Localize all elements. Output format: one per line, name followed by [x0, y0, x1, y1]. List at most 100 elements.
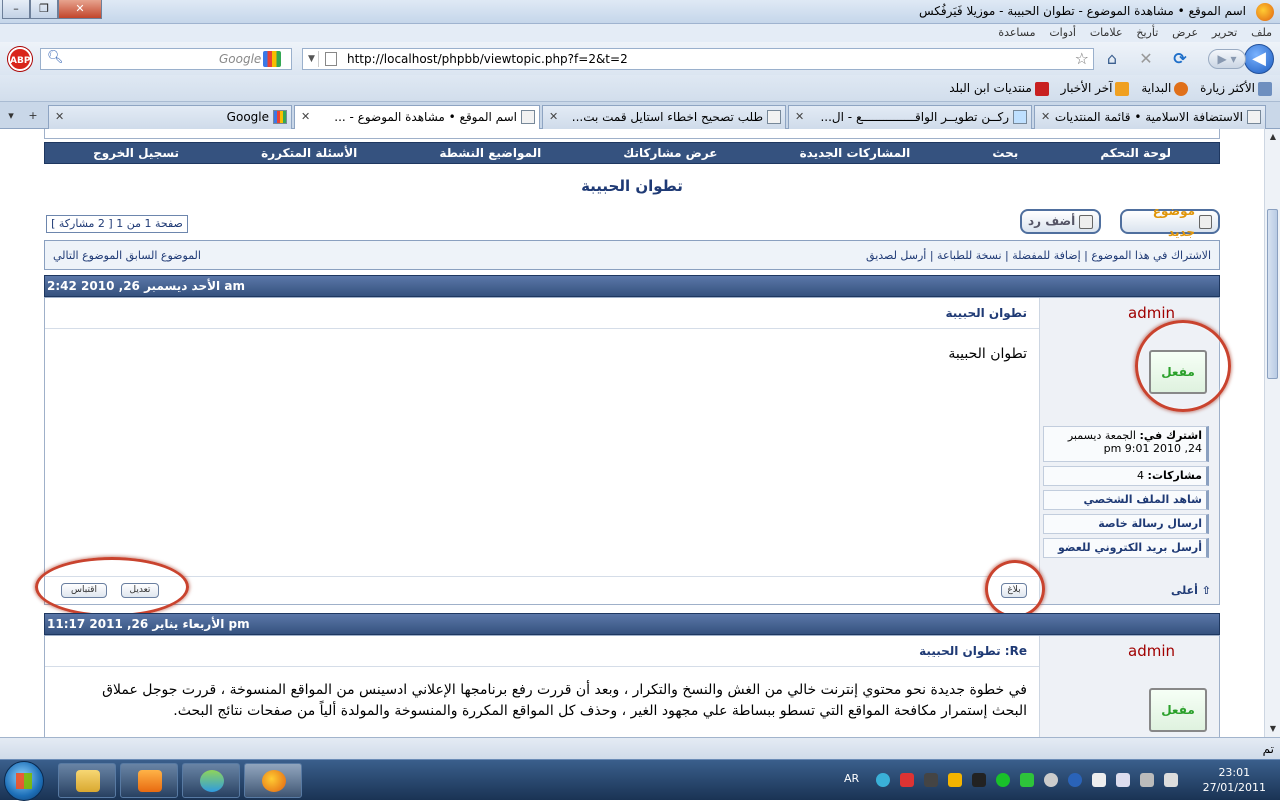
post-author[interactable]: admin — [1128, 304, 1175, 322]
send-email-link[interactable]: أرسل بريد الكتروني للعضو — [1043, 538, 1209, 558]
adblock-icon[interactable]: ABP — [8, 47, 32, 71]
reply-button[interactable]: أضف رد — [1020, 209, 1102, 234]
google-engine-icon[interactable] — [263, 51, 281, 67]
search-icon: 🔍︎ — [47, 50, 64, 65]
new-tab-icon[interactable]: + — [24, 107, 42, 125]
post-message: تطوان الحبيبة — [948, 346, 1027, 362]
tab-close-icon[interactable]: ✕ — [549, 106, 558, 128]
reload-icon[interactable]: ⟳ — [1170, 50, 1190, 68]
tab-close-icon[interactable]: ✕ — [795, 106, 804, 128]
menu-edit[interactable]: تحرير — [1212, 24, 1237, 42]
post-divider — [45, 666, 1039, 667]
view-profile-link[interactable]: شاهد الملف الشخصي — [1043, 490, 1209, 510]
tray-app-icon[interactable] — [996, 773, 1010, 787]
menu-help[interactable]: مساعدة — [998, 24, 1035, 42]
nav-logout[interactable]: تسجيل الخروج — [93, 143, 179, 163]
tab-google[interactable]: Google ✕ — [48, 105, 292, 129]
start-button[interactable] — [4, 761, 44, 801]
url-dropdown-icon[interactable]: ▼ — [305, 51, 319, 67]
topic-options-bar: الاشتراك في هذا الموضوع | إضافة للمفضلة … — [44, 240, 1220, 270]
volume-icon[interactable] — [1164, 773, 1178, 787]
menu-view[interactable]: عرض — [1172, 24, 1198, 42]
send-pm-link[interactable]: ارسال رسالة خاصة — [1043, 514, 1209, 534]
topic-title[interactable]: تطوان الحبيبة — [44, 177, 1220, 195]
nav-search[interactable]: بحث — [992, 143, 1018, 163]
post: admin مفعل اشترك في: الجمعة ديسمبر 24, 2… — [35, 297, 1231, 618]
vertical-scrollbar[interactable]: ▲ ▼ — [1264, 129, 1280, 737]
url-bar[interactable]: ▼ http://localhost/phpbb/viewtopic.php?f… — [302, 48, 1094, 70]
tab-close-icon[interactable]: ✕ — [1041, 106, 1050, 128]
mail-icon[interactable] — [900, 773, 914, 787]
bookmark-forum[interactable]: منتديات ابن البلد — [949, 75, 1049, 102]
nav-new-posts[interactable]: المشاركات الجديدة — [800, 143, 911, 163]
users-favicon-icon — [767, 110, 781, 124]
home-icon[interactable]: ⌂ — [1102, 50, 1122, 68]
post-subject[interactable]: Re: تطوان الحبيبة — [919, 644, 1027, 658]
tab-list-icon[interactable]: ▾ — [2, 107, 20, 125]
taskbar-firefox[interactable] — [244, 763, 302, 798]
post-author[interactable]: admin — [1128, 642, 1175, 660]
menu-tools[interactable]: أدوات — [1049, 24, 1076, 42]
tab-close-icon[interactable]: ✕ — [301, 106, 310, 128]
taskbar-media-player[interactable] — [120, 763, 178, 798]
tray-app-icon[interactable] — [924, 773, 938, 787]
status-bar: تم — [0, 737, 1280, 759]
author-profile: admin مفعل — [1039, 636, 1219, 737]
maximize-button[interactable]: ❐ — [30, 0, 58, 19]
tray-app-icon[interactable] — [948, 773, 962, 787]
tray-app-icon[interactable] — [972, 773, 986, 787]
tab-style-fix[interactable]: طلب تصحيح اخطاء استايل قمت بت... ✕ — [542, 105, 786, 129]
menu-history[interactable]: تأريخ — [1136, 24, 1158, 42]
signal-icon[interactable] — [1140, 773, 1154, 787]
scroll-down-icon[interactable]: ▼ — [1265, 721, 1280, 737]
tray-app-icon[interactable] — [1044, 773, 1058, 787]
clock[interactable]: 23:01 27/01/2011 — [1203, 765, 1266, 795]
close-window-button[interactable]: ✕ — [58, 0, 102, 19]
forward-button[interactable]: ▶ ▾ — [1208, 49, 1246, 69]
tray-app-icon[interactable] — [876, 773, 890, 787]
post-subject[interactable]: تطوان الحبيبة — [946, 306, 1028, 320]
header-border — [44, 129, 1220, 139]
pagination-info: صفحة 1 من 1 [ 2 مشاركة ] — [46, 215, 188, 233]
scrollbar-thumb[interactable] — [1267, 209, 1278, 379]
menu-file[interactable]: ملف — [1251, 24, 1272, 42]
bluetooth-icon[interactable] — [1068, 773, 1082, 787]
menu-bar: ملف تحرير عرض تأريخ علامات أدوات مساعدة — [0, 24, 1280, 42]
back-to-top-link[interactable]: ⇧ أعلى — [1171, 584, 1211, 597]
taskbar-messenger[interactable] — [182, 763, 240, 798]
tab-bar: ▾ + Google ✕ اسم الموقع • مشاهدة الموضوع… — [0, 102, 1280, 130]
nav-active-topics[interactable]: المواضيع النشطة — [439, 143, 541, 163]
nav-faq[interactable]: الأسئلة المتكررة — [261, 143, 357, 163]
tab-islamic-hosting[interactable]: الاستضافة الاسلامية • قائمة المنتديات ✕ — [1034, 105, 1266, 129]
search-input[interactable]: 🔍︎ Google — [40, 48, 292, 70]
tray-app-icon[interactable] — [1020, 773, 1034, 787]
flag-icon[interactable] — [1092, 773, 1106, 787]
forum-page: لوحة التحكم بحث المشاركات الجديدة عرض مش… — [35, 129, 1231, 737]
topic-options-links[interactable]: الاشتراك في هذا الموضوع | إضافة للمفضلة … — [866, 249, 1211, 262]
language-indicator[interactable]: AR — [844, 772, 859, 785]
url-text[interactable]: http://localhost/phpbb/viewtopic.php?f=2… — [347, 52, 628, 66]
minimize-button[interactable]: – — [2, 0, 30, 19]
network-icon[interactable] — [1116, 773, 1130, 787]
tab-close-icon[interactable]: ✕ — [55, 106, 64, 128]
scroll-up-icon[interactable]: ▲ — [1265, 129, 1280, 145]
tab-dev-corner[interactable]: ركــن تطويــر الواقـــــــــــــــع - ال… — [788, 105, 1032, 129]
google-favicon-icon — [273, 110, 287, 124]
bookmark-most-visited[interactable]: الأكثر زيارة — [1200, 75, 1272, 102]
bookmark-latest-news[interactable]: آخر الأخبار — [1061, 75, 1130, 102]
back-button[interactable]: ◀ — [1244, 44, 1274, 74]
firefox-icon — [1256, 3, 1274, 21]
nav-control-panel[interactable]: لوحة التحكم — [1100, 143, 1171, 163]
new-topic-button[interactable]: موضوع جديد — [1120, 204, 1220, 239]
stop-icon[interactable]: ✕ — [1136, 50, 1156, 68]
taskbar-explorer[interactable] — [58, 763, 116, 798]
menu-bookmarks[interactable]: علامات — [1090, 24, 1123, 42]
nav-your-posts[interactable]: عرض مشاركاتك — [623, 143, 717, 163]
page-favicon-icon — [521, 110, 535, 124]
bookmark-star-icon[interactable]: ☆ — [1075, 49, 1089, 68]
page-content: لوحة التحكم بحث المشاركات الجديدة عرض مش… — [0, 129, 1264, 737]
posts-count-info: مشاركات: 4 — [1043, 466, 1209, 486]
bookmark-getting-started[interactable]: البداية — [1141, 75, 1189, 102]
prev-next-topic-links[interactable]: الموضوع السابق الموضوع التالي — [53, 249, 201, 262]
tab-view-topic[interactable]: اسم الموقع • مشاهدة الموضوع - ... ✕ — [294, 105, 540, 130]
